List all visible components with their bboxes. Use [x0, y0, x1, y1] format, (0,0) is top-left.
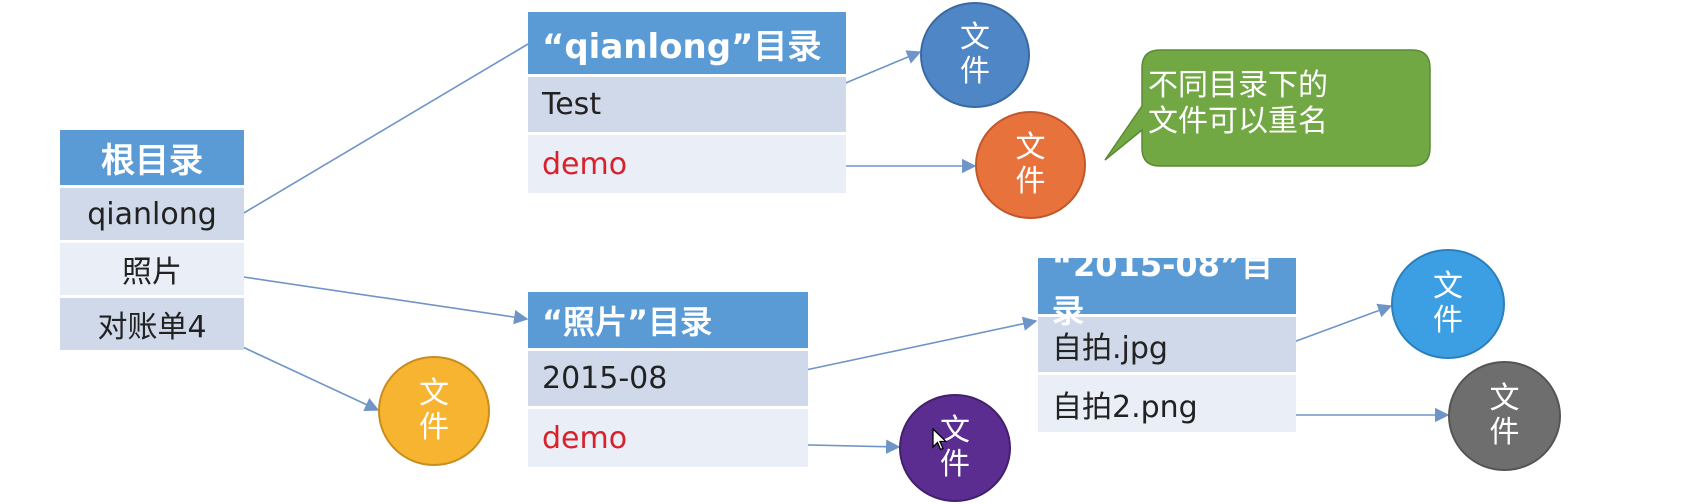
callout-line-2: 文件可以重名 — [1148, 104, 1328, 139]
callout-text: 不同目录下的 文件可以重名 — [1148, 68, 1408, 140]
callout-bubble — [1104, 49, 1431, 167]
callout-line-1: 不同目录下的 — [1148, 68, 1328, 103]
mouse-cursor-icon — [932, 428, 948, 451]
